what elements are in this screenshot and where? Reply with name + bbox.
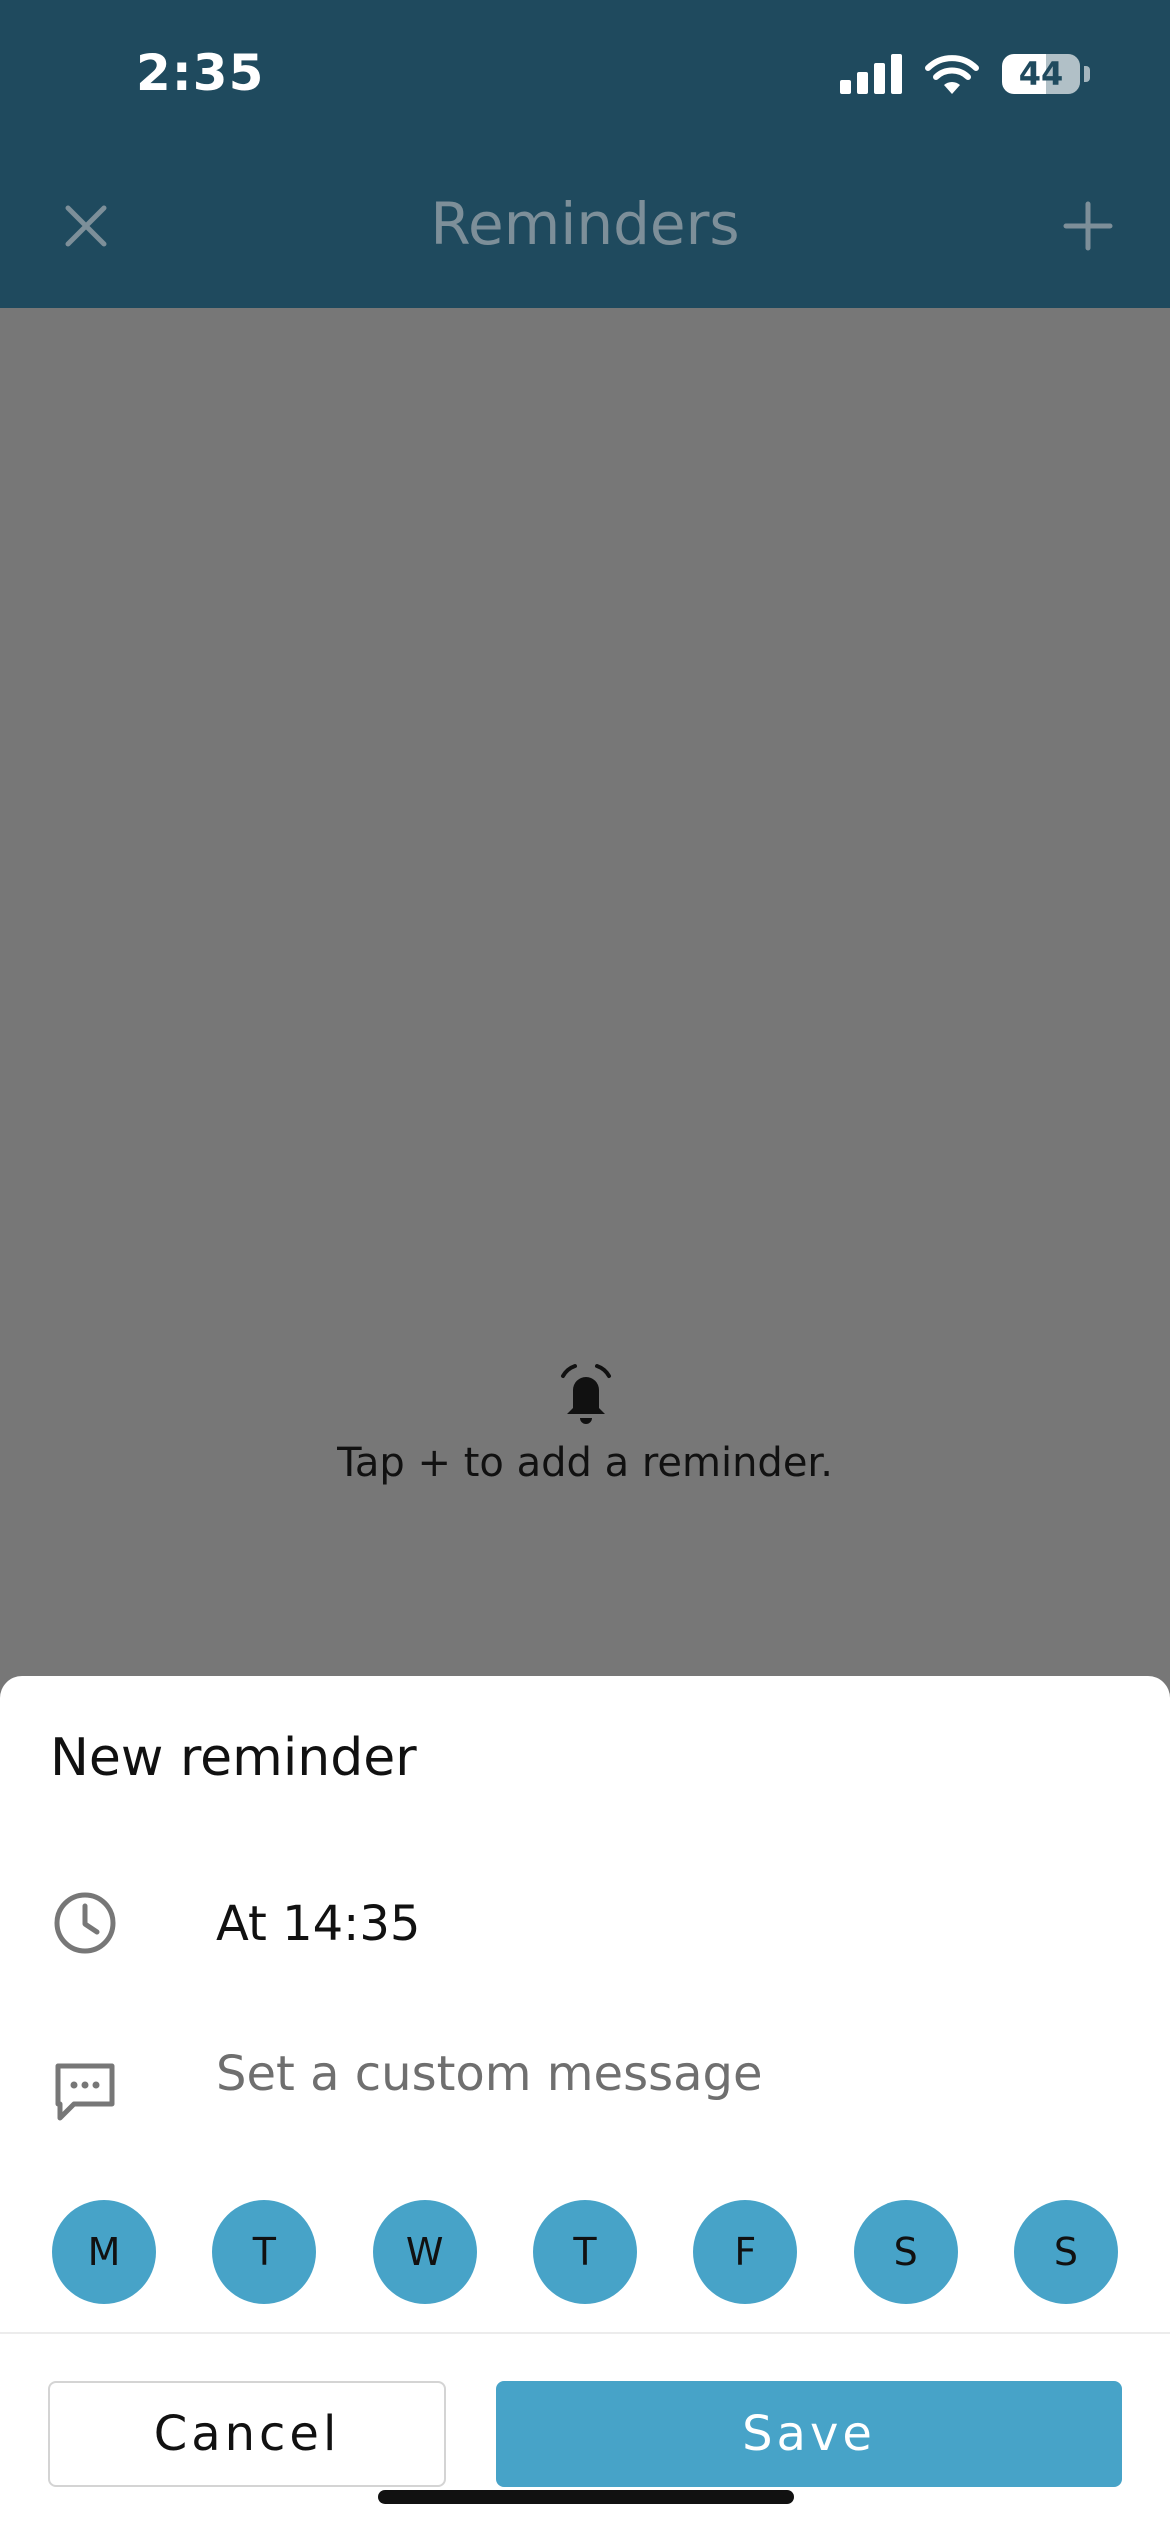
home-indicator — [378, 2490, 794, 2504]
empty-state-text: Tap + to add a reminder. — [337, 1440, 833, 1486]
page-title: Reminders — [430, 190, 740, 258]
wifi-icon — [925, 55, 979, 94]
save-button[interactable]: Save — [496, 2381, 1122, 2487]
divider — [0, 2332, 1170, 2334]
battery-icon: 44 — [1002, 54, 1080, 94]
battery-cap — [1084, 66, 1090, 82]
new-reminder-sheet: New reminder At 14:35 M T W T F S S Canc… — [0, 1676, 1170, 2532]
clock-icon — [54, 1892, 116, 1954]
day-toggle-sunday[interactable]: S — [1013, 2200, 1118, 2304]
reminders-screen: 2:35 44 Reminders Tap + to add a reminde… — [0, 0, 1170, 2532]
alarm-bell-icon — [561, 1364, 611, 1424]
battery-percentage: 44 — [1018, 55, 1064, 93]
header: 2:35 44 Reminders — [0, 0, 1170, 308]
status-time: 2:35 — [136, 44, 265, 102]
day-toggle-tuesday[interactable]: T — [212, 2200, 317, 2304]
plus-icon[interactable] — [1058, 196, 1118, 256]
status-icons: 44 — [840, 54, 1090, 94]
reminder-time[interactable]: At 14:35 — [216, 1896, 420, 1952]
message-icon — [55, 2063, 115, 2121]
cellular-signal-icon — [840, 54, 902, 94]
day-toggle-thursday[interactable]: T — [532, 2200, 637, 2304]
day-toggle-friday[interactable]: F — [693, 2200, 798, 2304]
cancel-button[interactable]: Cancel — [48, 2381, 446, 2487]
custom-message-input[interactable] — [216, 2046, 1076, 2102]
day-toggle-saturday[interactable]: S — [853, 2200, 958, 2304]
day-toggle-monday[interactable]: M — [52, 2200, 156, 2304]
sheet-title: New reminder — [50, 1728, 417, 1788]
weekday-selector: M T W T F S S — [52, 2200, 1118, 2304]
day-toggle-wednesday[interactable]: W — [372, 2200, 477, 2304]
